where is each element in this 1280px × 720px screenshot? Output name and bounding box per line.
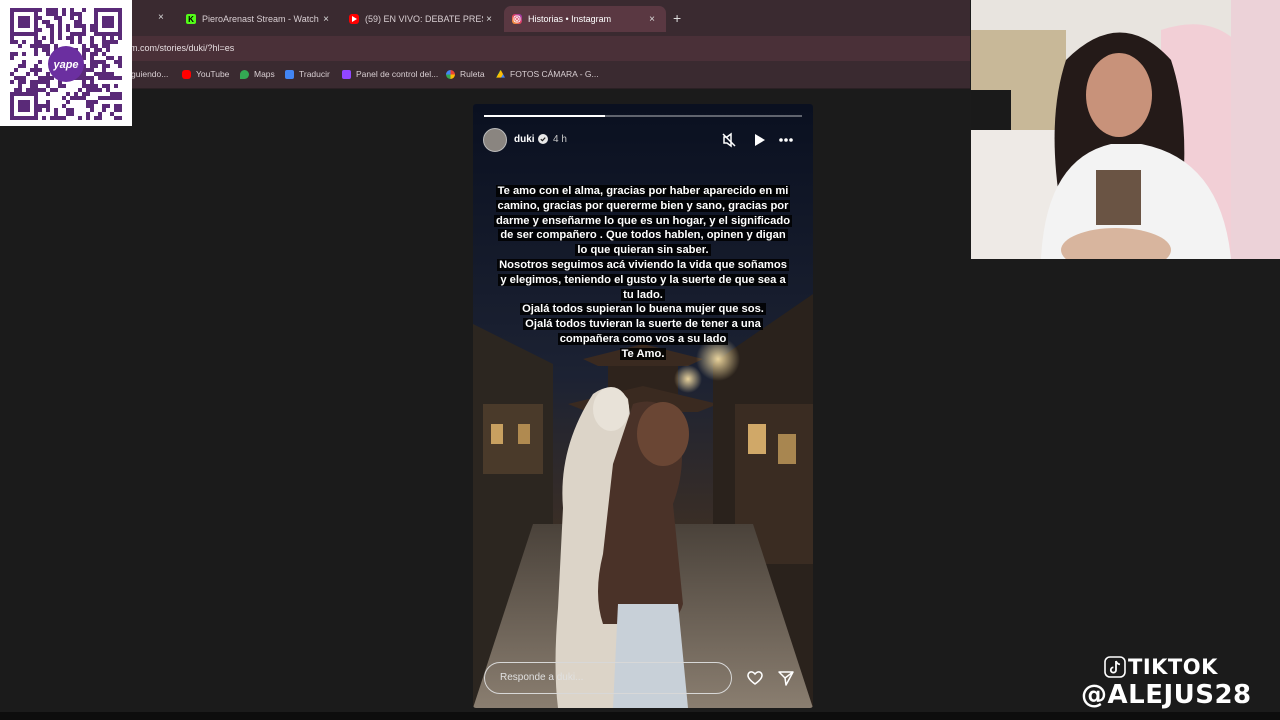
webcam-image — [971, 0, 1280, 259]
caption-line: Te Amo. — [619, 347, 667, 360]
yape-qr-code: yape — [0, 0, 132, 126]
caption-line: darme y enseñarme lo que es un hogar, y … — [493, 214, 793, 227]
tiktok-label: TIKTOK — [1128, 655, 1218, 679]
instagram-story[interactable]: duki 4 h Te amo con el alma, gracias por… — [473, 104, 813, 708]
bookmark-twitch-panel[interactable]: Panel de control del... — [342, 69, 438, 79]
address-bar[interactable]: m.com/stories/duki/?hl=es — [0, 36, 970, 61]
story-caption: Te amo con el alma, gracias por haber ap… — [483, 184, 803, 362]
tab-close-button[interactable]: × — [158, 12, 164, 23]
avatar[interactable] — [483, 128, 507, 152]
bottom-edge — [0, 712, 1280, 720]
bookmarks-bar: guiendo... YouTube Maps Traducir Panel d… — [0, 61, 970, 89]
verified-badge-icon — [538, 134, 548, 144]
caption-line: Nosotros seguimos acá viviendo la vida q… — [497, 258, 789, 271]
new-tab-button[interactable]: + — [673, 10, 681, 26]
bookmark-label: FOTOS CÁMARA - G... — [510, 69, 599, 79]
kick-logo-icon: K — [186, 14, 196, 24]
story-progress-fill — [484, 115, 605, 117]
story-timestamp: 4 h — [553, 134, 567, 145]
caption-line: camino, gracias por quererme bien y sano… — [495, 199, 791, 212]
tab-kick[interactable]: K PieroArenast Stream - Watch Li × — [178, 6, 340, 32]
twitch-logo-icon — [342, 69, 351, 79]
tab-instagram[interactable]: Historias • Instagram × — [504, 6, 666, 32]
more-icon[interactable] — [778, 132, 794, 148]
url-text[interactable]: m.com/stories/duki/?hl=es — [130, 43, 234, 53]
drive-logo-icon — [496, 69, 505, 78]
tab-title: PieroArenast Stream - Watch Li — [202, 14, 320, 24]
maps-logo-icon — [240, 69, 249, 79]
caption-line: Ojalá todos supieran lo buena mujer que … — [520, 303, 766, 316]
bookmark-label: guiendo... — [131, 69, 169, 79]
play-icon[interactable] — [751, 132, 767, 148]
bookmark-translate[interactable]: Traducir — [285, 69, 330, 79]
mute-icon[interactable] — [721, 132, 737, 148]
story-progress-bar — [484, 115, 802, 117]
story-username[interactable]: duki — [514, 134, 535, 145]
browser-tab-bar: × K PieroArenast Stream - Watch Li × (59… — [0, 0, 970, 36]
youtube-logo-icon — [182, 69, 191, 79]
tab-title: (59) EN VIVO: DEBATE PRESIDE — [365, 14, 483, 24]
story-header: duki 4 h — [483, 128, 803, 152]
bookmark-label: YouTube — [196, 69, 230, 79]
reply-input[interactable]: Responde a duki... — [484, 662, 732, 694]
tiktok-logo-icon — [1104, 656, 1126, 678]
caption-line: tu lado. — [621, 288, 665, 301]
tiktok-handle: @ALEJUS28 — [1081, 680, 1252, 710]
translate-logo-icon — [285, 69, 294, 79]
tab-close-button[interactable]: × — [646, 14, 658, 25]
bookmark-ruleta[interactable]: Ruleta — [446, 69, 485, 79]
bookmark-label: Maps — [254, 69, 275, 79]
caption-line: lo que quieran sin saber. — [575, 244, 711, 257]
tab-close-button[interactable]: × — [483, 14, 495, 25]
send-icon[interactable] — [777, 669, 795, 687]
tab-title: Historias • Instagram — [528, 14, 612, 24]
caption-line: Ojalá todos tuvieran la suerte de tener … — [523, 318, 763, 331]
tab-youtube[interactable]: (59) EN VIVO: DEBATE PRESIDE × — [341, 6, 503, 32]
caption-line: compañera como vos a su lado — [557, 332, 729, 345]
caption-line: de ser compañero . Que todos hablen, opi… — [498, 229, 788, 242]
instagram-logo-icon — [512, 14, 522, 24]
bookmark-label: Panel de control del... — [356, 69, 439, 79]
youtube-logo-icon — [349, 14, 359, 24]
webcam-feed — [971, 0, 1280, 259]
bookmark-drive[interactable]: FOTOS CÁMARA - G... — [496, 69, 599, 79]
caption-line: Te amo con el alma, gracias por haber ap… — [495, 185, 791, 197]
qr-code-image: yape — [10, 8, 122, 120]
bookmark-label: Traducir — [299, 69, 330, 79]
caption-line: y elegimos, teniendo el gusto y la suert… — [498, 273, 788, 286]
heart-icon[interactable] — [746, 669, 764, 687]
bookmark-item[interactable]: guiendo... — [131, 69, 168, 79]
tab-close-button[interactable]: × — [320, 14, 332, 25]
ruleta-logo-icon — [446, 69, 455, 79]
bookmark-youtube[interactable]: YouTube — [182, 69, 229, 79]
yape-logo-text: yape — [52, 59, 78, 71]
bookmark-maps[interactable]: Maps — [240, 69, 275, 79]
bookmark-label: Ruleta — [460, 69, 485, 79]
